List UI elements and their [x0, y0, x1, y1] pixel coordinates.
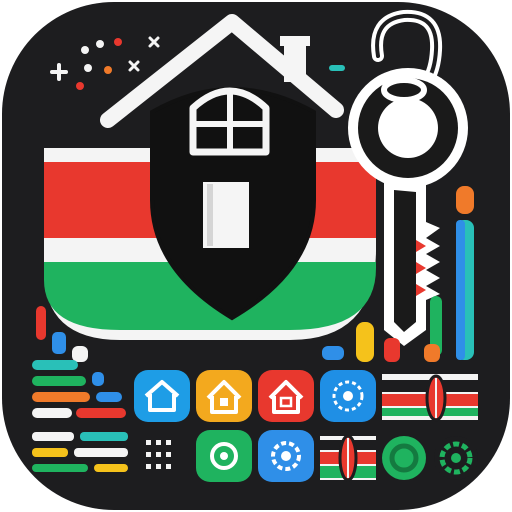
home-tile-yellow: [196, 370, 252, 422]
home-tile-blue: [134, 370, 190, 422]
dot-grid-icon: [146, 440, 171, 469]
gear-tile-green: [434, 436, 478, 480]
ring-icon: [382, 436, 426, 480]
home-tile-red: [258, 370, 314, 422]
green-tile: [196, 430, 252, 482]
kenya-shield-icon: [425, 374, 447, 422]
flag-tile-2: [320, 434, 376, 482]
settings-tile-blue: [320, 370, 376, 422]
settings-tile-blue-2: [258, 430, 314, 482]
grid-tile: [146, 440, 171, 469]
kenya-shield-icon: [338, 434, 358, 482]
app-icon: [2, 2, 510, 510]
flag-tile-1: [382, 374, 478, 422]
green-circle-tile: [382, 436, 426, 480]
